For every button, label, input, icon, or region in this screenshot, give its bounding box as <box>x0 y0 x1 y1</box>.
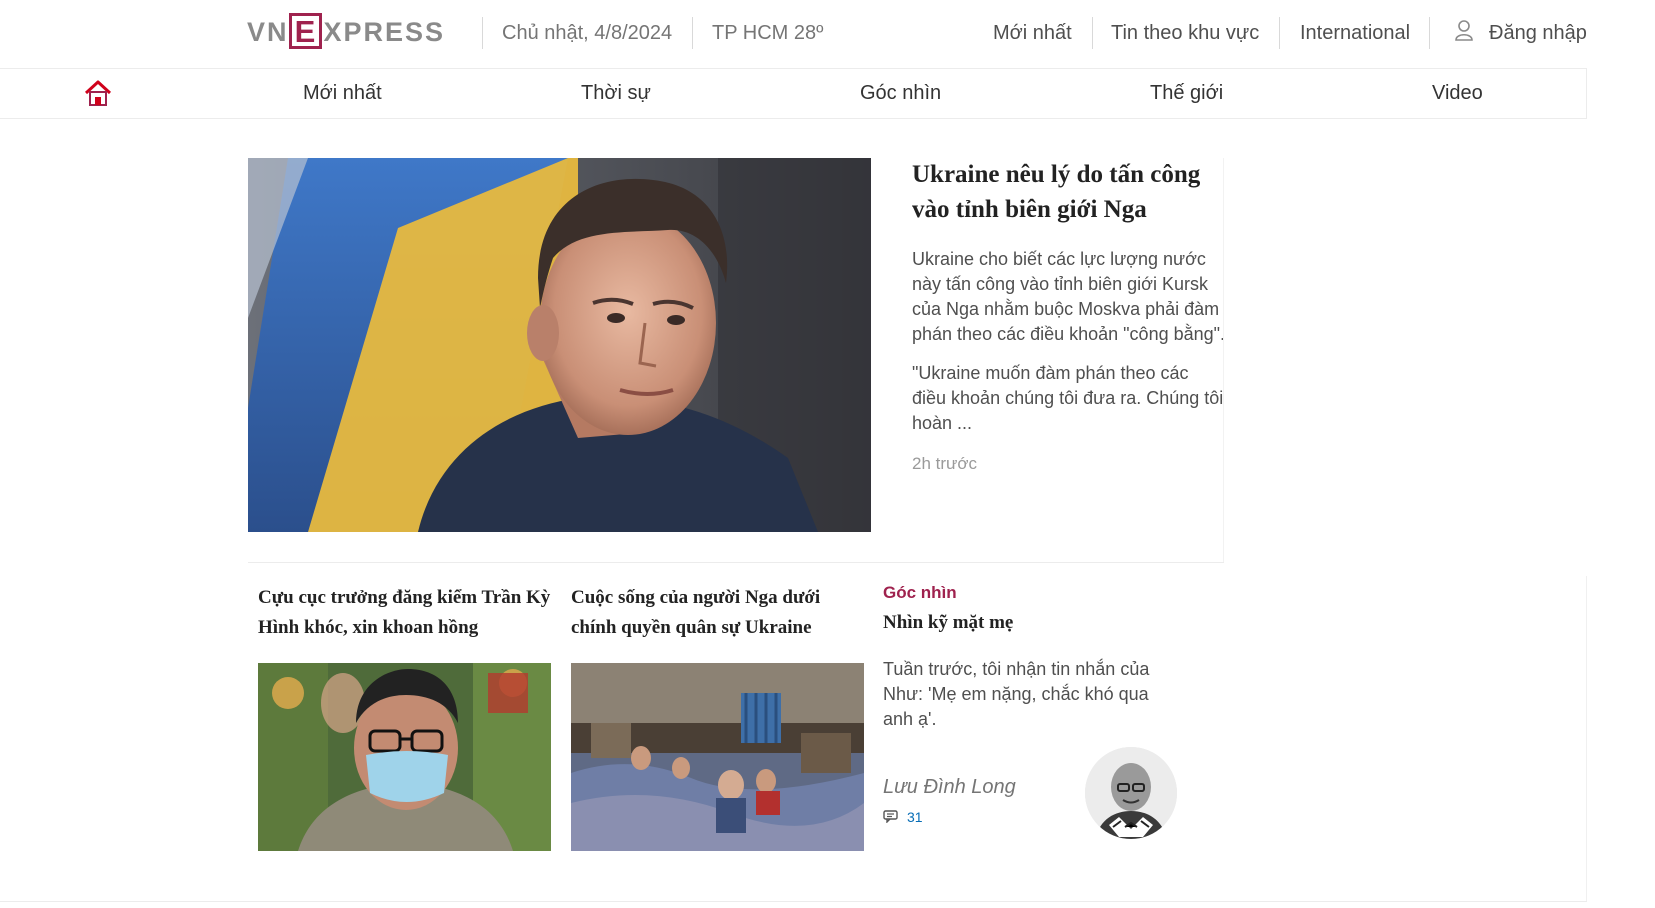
header-divider <box>1092 17 1093 49</box>
opinion-category[interactable]: Góc nhìn <box>883 582 957 604</box>
opinion-title[interactable]: Nhìn kỹ mặt mẹ <box>883 609 1013 637</box>
user-icon[interactable] <box>1454 19 1474 43</box>
hero-divider-vertical <box>1223 158 1224 562</box>
hero-article-description: Ukraine cho biết các lực lượng nước này … <box>912 249 1226 344</box>
hero-divider-horizontal <box>248 562 1224 563</box>
nav-item-video[interactable]: Video <box>1432 80 1483 106</box>
nav-item-current-affairs[interactable]: Thời sự <box>581 80 651 106</box>
hero-article-quote: "Ukraine muốn đàm phán theo các điều kho… <box>912 363 1224 433</box>
story-image-russians[interactable] <box>571 663 864 851</box>
nav-divider-top <box>0 68 1587 69</box>
logo-text-vn: VN <box>247 16 289 47</box>
section-divider-bottom <box>0 901 1587 902</box>
story-title-inspection[interactable]: Cựu cục trưởng đăng kiểm Trần Kỳ Hình kh… <box>258 583 553 643</box>
hero-article-title[interactable]: Ukraine nêu lý do tấn công vào tỉnh biên… <box>912 157 1222 227</box>
opinion-comment-count[interactable]: 31 <box>907 807 923 827</box>
opinion-description: Tuần trước, tôi nhận tin nhắn của Như: '… <box>883 659 1150 729</box>
vnexpress-logo[interactable]: VN E XPRESS <box>247 11 445 53</box>
header-divider <box>1429 17 1430 49</box>
story-image-inspection[interactable] <box>258 663 551 851</box>
nav-divider-bottom <box>0 118 1587 119</box>
nav-item-perspective[interactable]: Góc nhìn <box>860 80 941 106</box>
header-divider <box>482 17 483 49</box>
header-weather[interactable]: TP HCM 28º <box>712 20 823 46</box>
logo-e-mark: E <box>288 13 322 49</box>
header-divider <box>692 17 693 49</box>
opinion-author[interactable]: Lưu Đình Long <box>883 774 1016 800</box>
login-link[interactable]: Đăng nhập <box>1489 20 1587 46</box>
nav-item-latest[interactable]: Mới nhất <box>303 80 382 106</box>
header-date: Chủ nhật, 4/8/2024 <box>502 22 673 44</box>
logo-text-xpress: XPRESS <box>323 16 446 47</box>
header-link-international[interactable]: International <box>1300 20 1410 46</box>
comment-icon[interactable] <box>883 810 898 823</box>
header-link-region[interactable]: Tin theo khu vực <box>1111 20 1259 46</box>
header-link-latest[interactable]: Mới nhất <box>993 20 1072 46</box>
nav-item-world[interactable]: Thế giới <box>1150 80 1223 106</box>
author-avatar[interactable] <box>1085 747 1177 839</box>
hero-article-time: 2h trước <box>912 454 978 473</box>
home-icon[interactable] <box>84 80 112 107</box>
story-title-russians[interactable]: Cuộc sống của người Nga dưới chính quyền… <box>571 583 866 643</box>
hero-article-image[interactable] <box>248 158 871 532</box>
header-divider <box>1279 17 1280 49</box>
nav-divider-right <box>1586 68 1587 119</box>
opinion-divider-right <box>1586 576 1587 902</box>
